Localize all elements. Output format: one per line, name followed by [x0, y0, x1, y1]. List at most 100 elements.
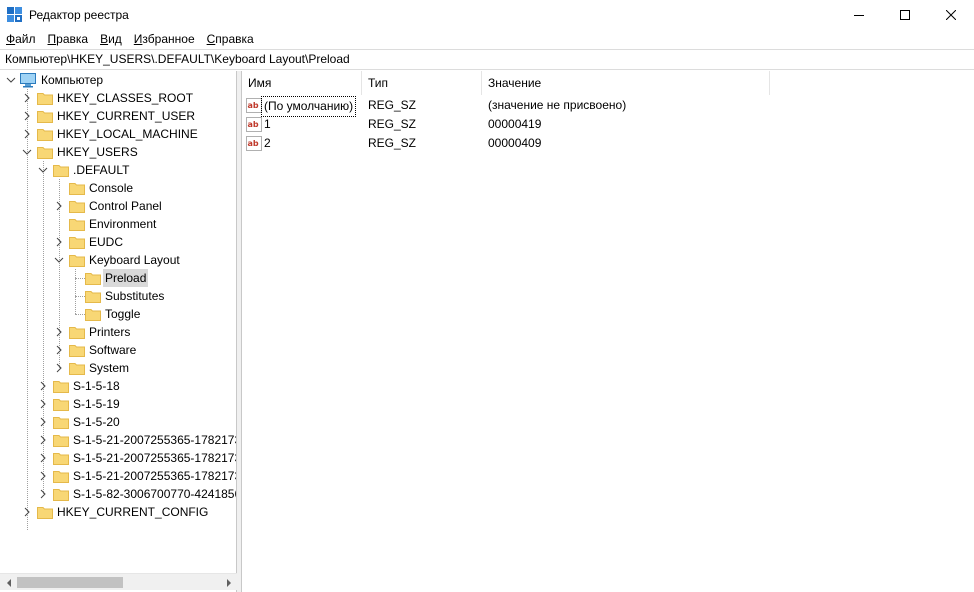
menu-view[interactable]: Вид — [94, 30, 128, 49]
chevron-down-icon[interactable] — [37, 164, 49, 176]
column-header-type[interactable]: Тип — [362, 71, 482, 95]
table-row[interactable]: ab 2 REG_SZ 00000409 — [242, 134, 974, 153]
folder-icon — [37, 111, 53, 123]
maximize-icon — [900, 10, 910, 20]
chevron-right-icon[interactable] — [21, 92, 33, 104]
menu-help[interactable]: Справка — [201, 30, 260, 49]
string-value-icon: ab — [246, 117, 262, 132]
svg-text:ab: ab — [248, 139, 259, 148]
chevron-right-icon[interactable] — [37, 470, 49, 482]
chevron-right-icon[interactable] — [21, 110, 33, 122]
tree-item-hkcc[interactable]: HKEY_CURRENT_CONFIG — [0, 503, 236, 521]
column-header-name[interactable]: Имя — [242, 71, 362, 95]
folder-icon — [85, 273, 101, 285]
folder-icon — [53, 435, 69, 447]
svg-text:ab: ab — [248, 101, 259, 110]
chevron-right-icon[interactable] — [37, 488, 49, 500]
scroll-left-button[interactable] — [0, 574, 17, 591]
chevron-right-icon[interactable] — [37, 416, 49, 428]
selected-key-label: Preload — [103, 269, 149, 287]
chevron-right-icon[interactable] — [53, 362, 65, 374]
tree-item-software[interactable]: Software — [0, 341, 236, 359]
tree-item-s-1-5-18[interactable]: S-1-5-18 — [0, 377, 236, 395]
folder-icon — [53, 381, 69, 393]
tree-item-preload[interactable]: Preload — [0, 269, 236, 287]
registry-editor-icon — [7, 7, 22, 22]
folder-icon — [69, 201, 85, 213]
chevron-right-icon[interactable] — [37, 434, 49, 446]
table-row[interactable]: ab (По умолчанию) REG_SZ (значение не пр… — [242, 96, 974, 117]
tree-horizontal-scrollbar[interactable] — [0, 573, 237, 590]
tree-item-s-1-5-20[interactable]: S-1-5-20 — [0, 413, 236, 431]
folder-icon — [85, 309, 101, 321]
minimize-button[interactable] — [836, 0, 882, 30]
folder-icon — [53, 417, 69, 429]
chevron-right-icon[interactable] — [53, 326, 65, 338]
chevron-right-icon[interactable] — [37, 398, 49, 410]
tree-item-toggle[interactable]: Toggle — [0, 305, 236, 323]
menu-bar: Файл Правка Вид Избранное Справка — [0, 30, 974, 49]
chevron-right-icon[interactable] — [53, 236, 65, 248]
tree-item-s-1-5-21-c[interactable]: S-1-5-21-2007255365-17821739 — [0, 467, 236, 485]
string-value-icon: ab — [246, 98, 262, 113]
folder-open-icon — [69, 255, 85, 267]
tree-item-hkcu[interactable]: HKEY_CURRENT_USER — [0, 107, 236, 125]
tree-item-console[interactable]: Console — [0, 179, 236, 197]
arrow-left-icon — [6, 578, 11, 587]
list-header: Имя Тип Значение — [242, 71, 974, 95]
chevron-right-icon[interactable] — [21, 128, 33, 140]
column-header-value[interactable]: Значение — [482, 71, 770, 95]
chevron-right-icon[interactable] — [37, 452, 49, 464]
tree-item-s-1-5-21-a[interactable]: S-1-5-21-2007255365-17821739 — [0, 431, 236, 449]
tree-item-keyboard-layout[interactable]: Keyboard Layout — [0, 251, 236, 269]
tree-item-printers[interactable]: Printers — [0, 323, 236, 341]
folder-icon — [69, 183, 85, 195]
menu-favorites[interactable]: Избранное — [128, 30, 201, 49]
chevron-right-icon[interactable] — [21, 506, 33, 518]
chevron-right-icon[interactable] — [53, 344, 65, 356]
folder-icon — [53, 471, 69, 483]
scroll-right-button[interactable] — [220, 574, 237, 591]
tree-item-hklm[interactable]: HKEY_LOCAL_MACHINE — [0, 125, 236, 143]
folder-icon — [85, 291, 101, 303]
close-button[interactable] — [928, 0, 974, 30]
tree-item-hkcr[interactable]: HKEY_CLASSES_ROOT — [0, 89, 236, 107]
tree-item-default[interactable]: .DEFAULT — [0, 161, 236, 179]
folder-icon — [53, 489, 69, 501]
values-list-pane[interactable]: Имя Тип Значение ab (По умолчанию) REG_S… — [241, 71, 974, 592]
minimize-icon — [854, 15, 864, 16]
tree-item-environment[interactable]: Environment — [0, 215, 236, 233]
scrollbar-thumb[interactable] — [17, 577, 123, 588]
string-value-icon: ab — [246, 136, 262, 151]
tree-item-substitutes[interactable]: Substitutes — [0, 287, 236, 305]
table-row[interactable]: ab 1 REG_SZ 00000419 — [242, 115, 974, 134]
chevron-right-icon[interactable] — [37, 380, 49, 392]
tree-item-system[interactable]: System — [0, 359, 236, 377]
tree-item-s-1-5-21-b[interactable]: S-1-5-21-2007255365-17821739 — [0, 449, 236, 467]
folder-icon — [53, 453, 69, 465]
folder-icon — [69, 363, 85, 375]
address-bar[interactable]: Компьютер\HKEY_USERS\.DEFAULT\Keyboard L… — [0, 49, 974, 70]
close-icon — [946, 10, 956, 20]
chevron-down-icon[interactable] — [53, 254, 65, 266]
address-path: Компьютер\HKEY_USERS\.DEFAULT\Keyboard L… — [5, 52, 350, 66]
tree-item-s-1-5-82[interactable]: S-1-5-82-3006700770-4241856 — [0, 485, 236, 503]
chevron-down-icon[interactable] — [21, 146, 33, 158]
tree-item-s-1-5-19[interactable]: S-1-5-19 — [0, 395, 236, 413]
folder-icon — [53, 399, 69, 411]
tree-item-eudc[interactable]: EUDC — [0, 233, 236, 251]
tree-pane[interactable]: Компьютер HKEY_CLASSES_ROOT HKEY_CURRENT… — [0, 71, 237, 592]
tree-item-computer[interactable]: Компьютер — [0, 71, 236, 89]
tree-item-control-panel[interactable]: Control Panel — [0, 197, 236, 215]
svg-text:ab: ab — [248, 120, 259, 129]
menu-file[interactable]: Файл — [0, 30, 42, 49]
window-title: Редактор реестра — [29, 8, 129, 22]
tree-item-hku[interactable]: HKEY_USERS — [0, 143, 236, 161]
chevron-down-icon[interactable] — [5, 74, 17, 86]
chevron-right-icon[interactable] — [53, 200, 65, 212]
title-bar: Редактор реестра — [0, 0, 974, 30]
folder-icon — [69, 219, 85, 231]
maximize-button[interactable] — [882, 0, 928, 30]
folder-icon — [37, 129, 53, 141]
menu-edit[interactable]: Правка — [42, 30, 95, 49]
